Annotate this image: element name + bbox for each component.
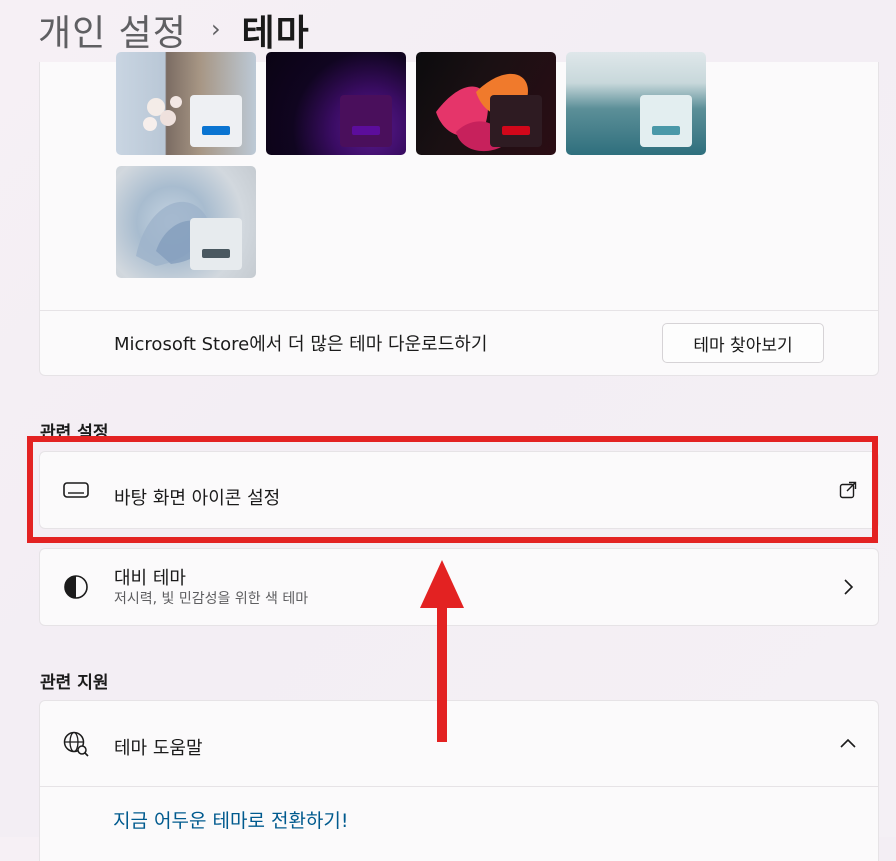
theme-accent-swatch bbox=[502, 126, 530, 135]
desktop-icon-settings-row[interactable]: 바탕 화면 아이콘 설정 bbox=[39, 451, 879, 529]
theme-help-label: 테마 도움말 bbox=[114, 738, 203, 759]
theme-accent-swatch bbox=[652, 126, 680, 135]
contrast-icon bbox=[64, 575, 88, 599]
chevron-right-icon bbox=[844, 579, 854, 595]
browse-themes-button[interactable]: 테마 찾아보기 bbox=[662, 323, 824, 363]
store-row: Microsoft Store에서 더 많은 테마 다운로드하기 테마 찾아보기 bbox=[40, 310, 878, 375]
theme-preview-window bbox=[640, 95, 692, 147]
globe-search-icon bbox=[63, 731, 89, 757]
breadcrumb-separator: › bbox=[210, 15, 222, 43]
theme-accent-swatch bbox=[202, 126, 230, 135]
theme-preview-window bbox=[190, 218, 242, 270]
related-support-title: 관련 지원 bbox=[40, 673, 109, 693]
theme-preview-window bbox=[340, 95, 392, 147]
contrast-themes-description: 저시력, 빛 민감성을 위한 색 테마 bbox=[114, 591, 309, 607]
theme-accent-swatch bbox=[352, 126, 380, 135]
open-external-icon bbox=[839, 481, 857, 499]
monitor-icon bbox=[63, 482, 89, 498]
contrast-themes-label: 대비 테마 bbox=[114, 568, 186, 589]
theme-preview-window bbox=[490, 95, 542, 147]
theme-tile-captured-motion[interactable] bbox=[416, 52, 556, 155]
themes-card: Microsoft Store에서 더 많은 테마 다운로드하기 테마 찾아보기 bbox=[39, 52, 879, 376]
breadcrumb: 개인 설정 › 테마 bbox=[38, 6, 310, 54]
desktop-icon-settings-label: 바탕 화면 아이콘 설정 bbox=[114, 488, 281, 509]
switch-dark-theme-link[interactable]: 지금 어두운 테마로 전환하기! bbox=[113, 806, 349, 833]
theme-accent-swatch bbox=[202, 249, 230, 258]
related-settings-title: 관련 설정 bbox=[40, 423, 109, 443]
theme-tile-lake[interactable] bbox=[566, 52, 706, 155]
theme-tile-flow[interactable] bbox=[116, 166, 256, 278]
red-arrow-annotation bbox=[420, 560, 464, 742]
store-text: Microsoft Store에서 더 많은 테마 다운로드하기 bbox=[114, 334, 488, 355]
page-title: 테마 bbox=[241, 13, 310, 54]
divider bbox=[40, 786, 878, 787]
theme-preview-window bbox=[190, 95, 242, 147]
breadcrumb-parent[interactable]: 개인 설정 bbox=[38, 4, 187, 56]
chevron-up-icon[interactable] bbox=[838, 734, 858, 754]
theme-tile-bloom-sky[interactable] bbox=[116, 52, 256, 155]
theme-tile-glow[interactable] bbox=[266, 52, 406, 155]
